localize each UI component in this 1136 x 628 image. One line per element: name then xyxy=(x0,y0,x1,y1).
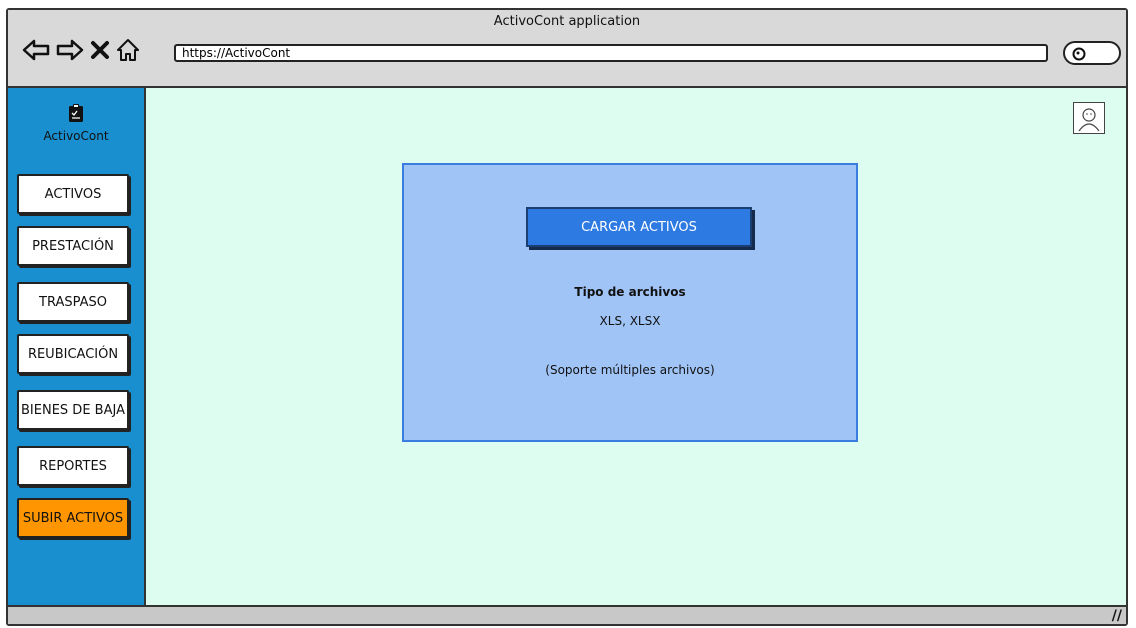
browser-window: ActivoCont application https://ActivoCon… xyxy=(6,8,1128,626)
close-x-icon[interactable] xyxy=(90,40,110,60)
title-bar: ActivoCont application https://ActivoCon… xyxy=(8,10,1126,88)
forward-arrow-icon[interactable] xyxy=(56,38,84,62)
sidebar: ActivoCont ACTIVOS PRESTACIÓN TRASPASO R… xyxy=(8,88,146,605)
resize-handle-icon[interactable]: // xyxy=(1112,608,1122,624)
file-types-value: XLS, XLSX xyxy=(599,314,661,328)
file-types-title: Tipo de archivos xyxy=(574,285,686,299)
user-icon xyxy=(1074,108,1104,137)
user-avatar[interactable] xyxy=(1073,102,1105,134)
nav-prestacion-button[interactable]: PRESTACIÓN xyxy=(17,226,129,266)
url-bar[interactable]: https://ActivoCont xyxy=(174,44,1048,62)
nav-reubicacion-button[interactable]: REUBICACIÓN xyxy=(17,334,129,374)
cargar-activos-button[interactable]: CARGAR ACTIVOS xyxy=(526,207,752,247)
nav-activos-button[interactable]: ACTIVOS xyxy=(17,174,129,214)
logo-label: ActivoCont xyxy=(43,129,109,143)
nav-reportes-button[interactable]: REPORTES xyxy=(17,446,129,486)
home-icon[interactable] xyxy=(116,38,140,62)
back-arrow-icon[interactable] xyxy=(22,38,50,62)
multiple-files-note: (Soporte múltiples archivos) xyxy=(545,363,715,377)
status-bar: // xyxy=(8,605,1126,624)
app-logo: ActivoCont xyxy=(8,103,144,143)
main-content: CARGAR ACTIVOS Tipo de archivos XLS, XLS… xyxy=(146,88,1126,605)
upload-panel: CARGAR ACTIVOS Tipo de archivos XLS, XLS… xyxy=(402,163,858,442)
search-button[interactable] xyxy=(1063,41,1121,65)
nav-bienes-de-baja-button[interactable]: BIENES DE BAJA xyxy=(17,390,129,430)
nav-controls xyxy=(22,37,140,63)
clipboard-icon xyxy=(68,104,84,127)
window-title: ActivoCont application xyxy=(493,14,641,29)
nav-traspaso-button[interactable]: TRASPASO xyxy=(17,282,129,322)
nav-subir-activos-button[interactable]: SUBIR ACTIVOS xyxy=(17,498,129,538)
